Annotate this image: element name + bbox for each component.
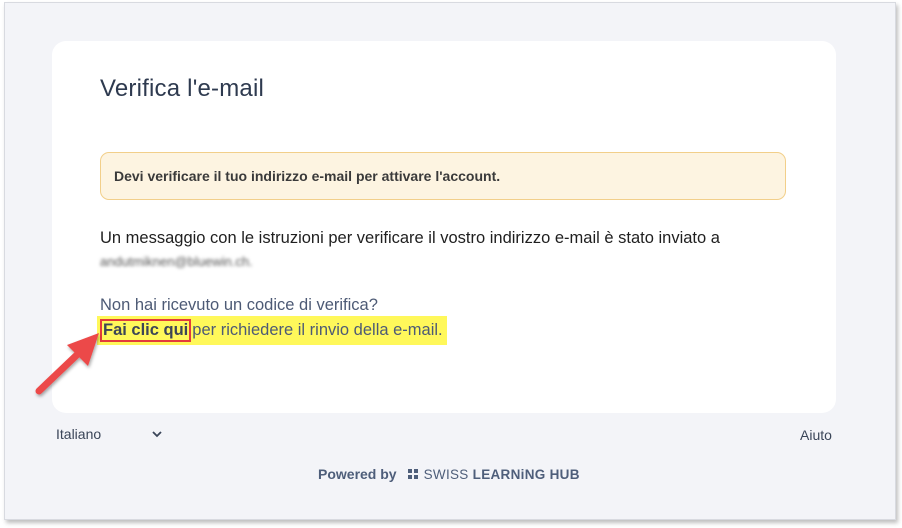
brand-main: LEARNiNG HUB: [472, 466, 580, 482]
language-select[interactable]: Italiano: [56, 426, 163, 442]
info-message: Un messaggio con le istruzioni per verif…: [100, 228, 720, 272]
annotation-arrow-icon: [35, 333, 99, 395]
language-label: Italiano: [56, 426, 102, 442]
message-text: Un messaggio con le istruzioni per verif…: [100, 229, 720, 247]
brand-name[interactable]: SWISS LEARNiNG HUB: [424, 467, 580, 482]
page-background: Verifica l'e-mail Devi verificare il tuo…: [4, 2, 896, 520]
resend-question: Non hai ricevuto un codice di verifica?: [100, 296, 378, 314]
chevron-down-icon: [152, 431, 162, 438]
warning-alert: Devi verificare il tuo indirizzo e-mail …: [100, 152, 786, 200]
powered-by-label: Powered by: [318, 466, 397, 482]
verify-email-card: Verifica l'e-mail Devi verificare il tuo…: [52, 41, 836, 413]
swiss-learning-hub-logo-icon: [407, 468, 418, 479]
email-address: andutmiknen@bluewin.ch.: [100, 254, 253, 269]
brand-prefix: SWISS: [423, 466, 473, 482]
resend-text: per richiedere il rinvio della e-mail.: [192, 321, 443, 339]
page-title: Verifica l'e-mail: [100, 75, 265, 102]
help-link[interactable]: Aiuto: [800, 427, 832, 443]
powered-by: Powered by SWISS LEARNiNG HUB: [318, 466, 580, 482]
resend-instruction: Fai clic qui per richiedere il rinvio del…: [97, 316, 447, 345]
warning-text: Devi verificare il tuo indirizzo e-mail …: [114, 168, 501, 184]
resend-link[interactable]: Fai clic qui: [100, 319, 192, 342]
